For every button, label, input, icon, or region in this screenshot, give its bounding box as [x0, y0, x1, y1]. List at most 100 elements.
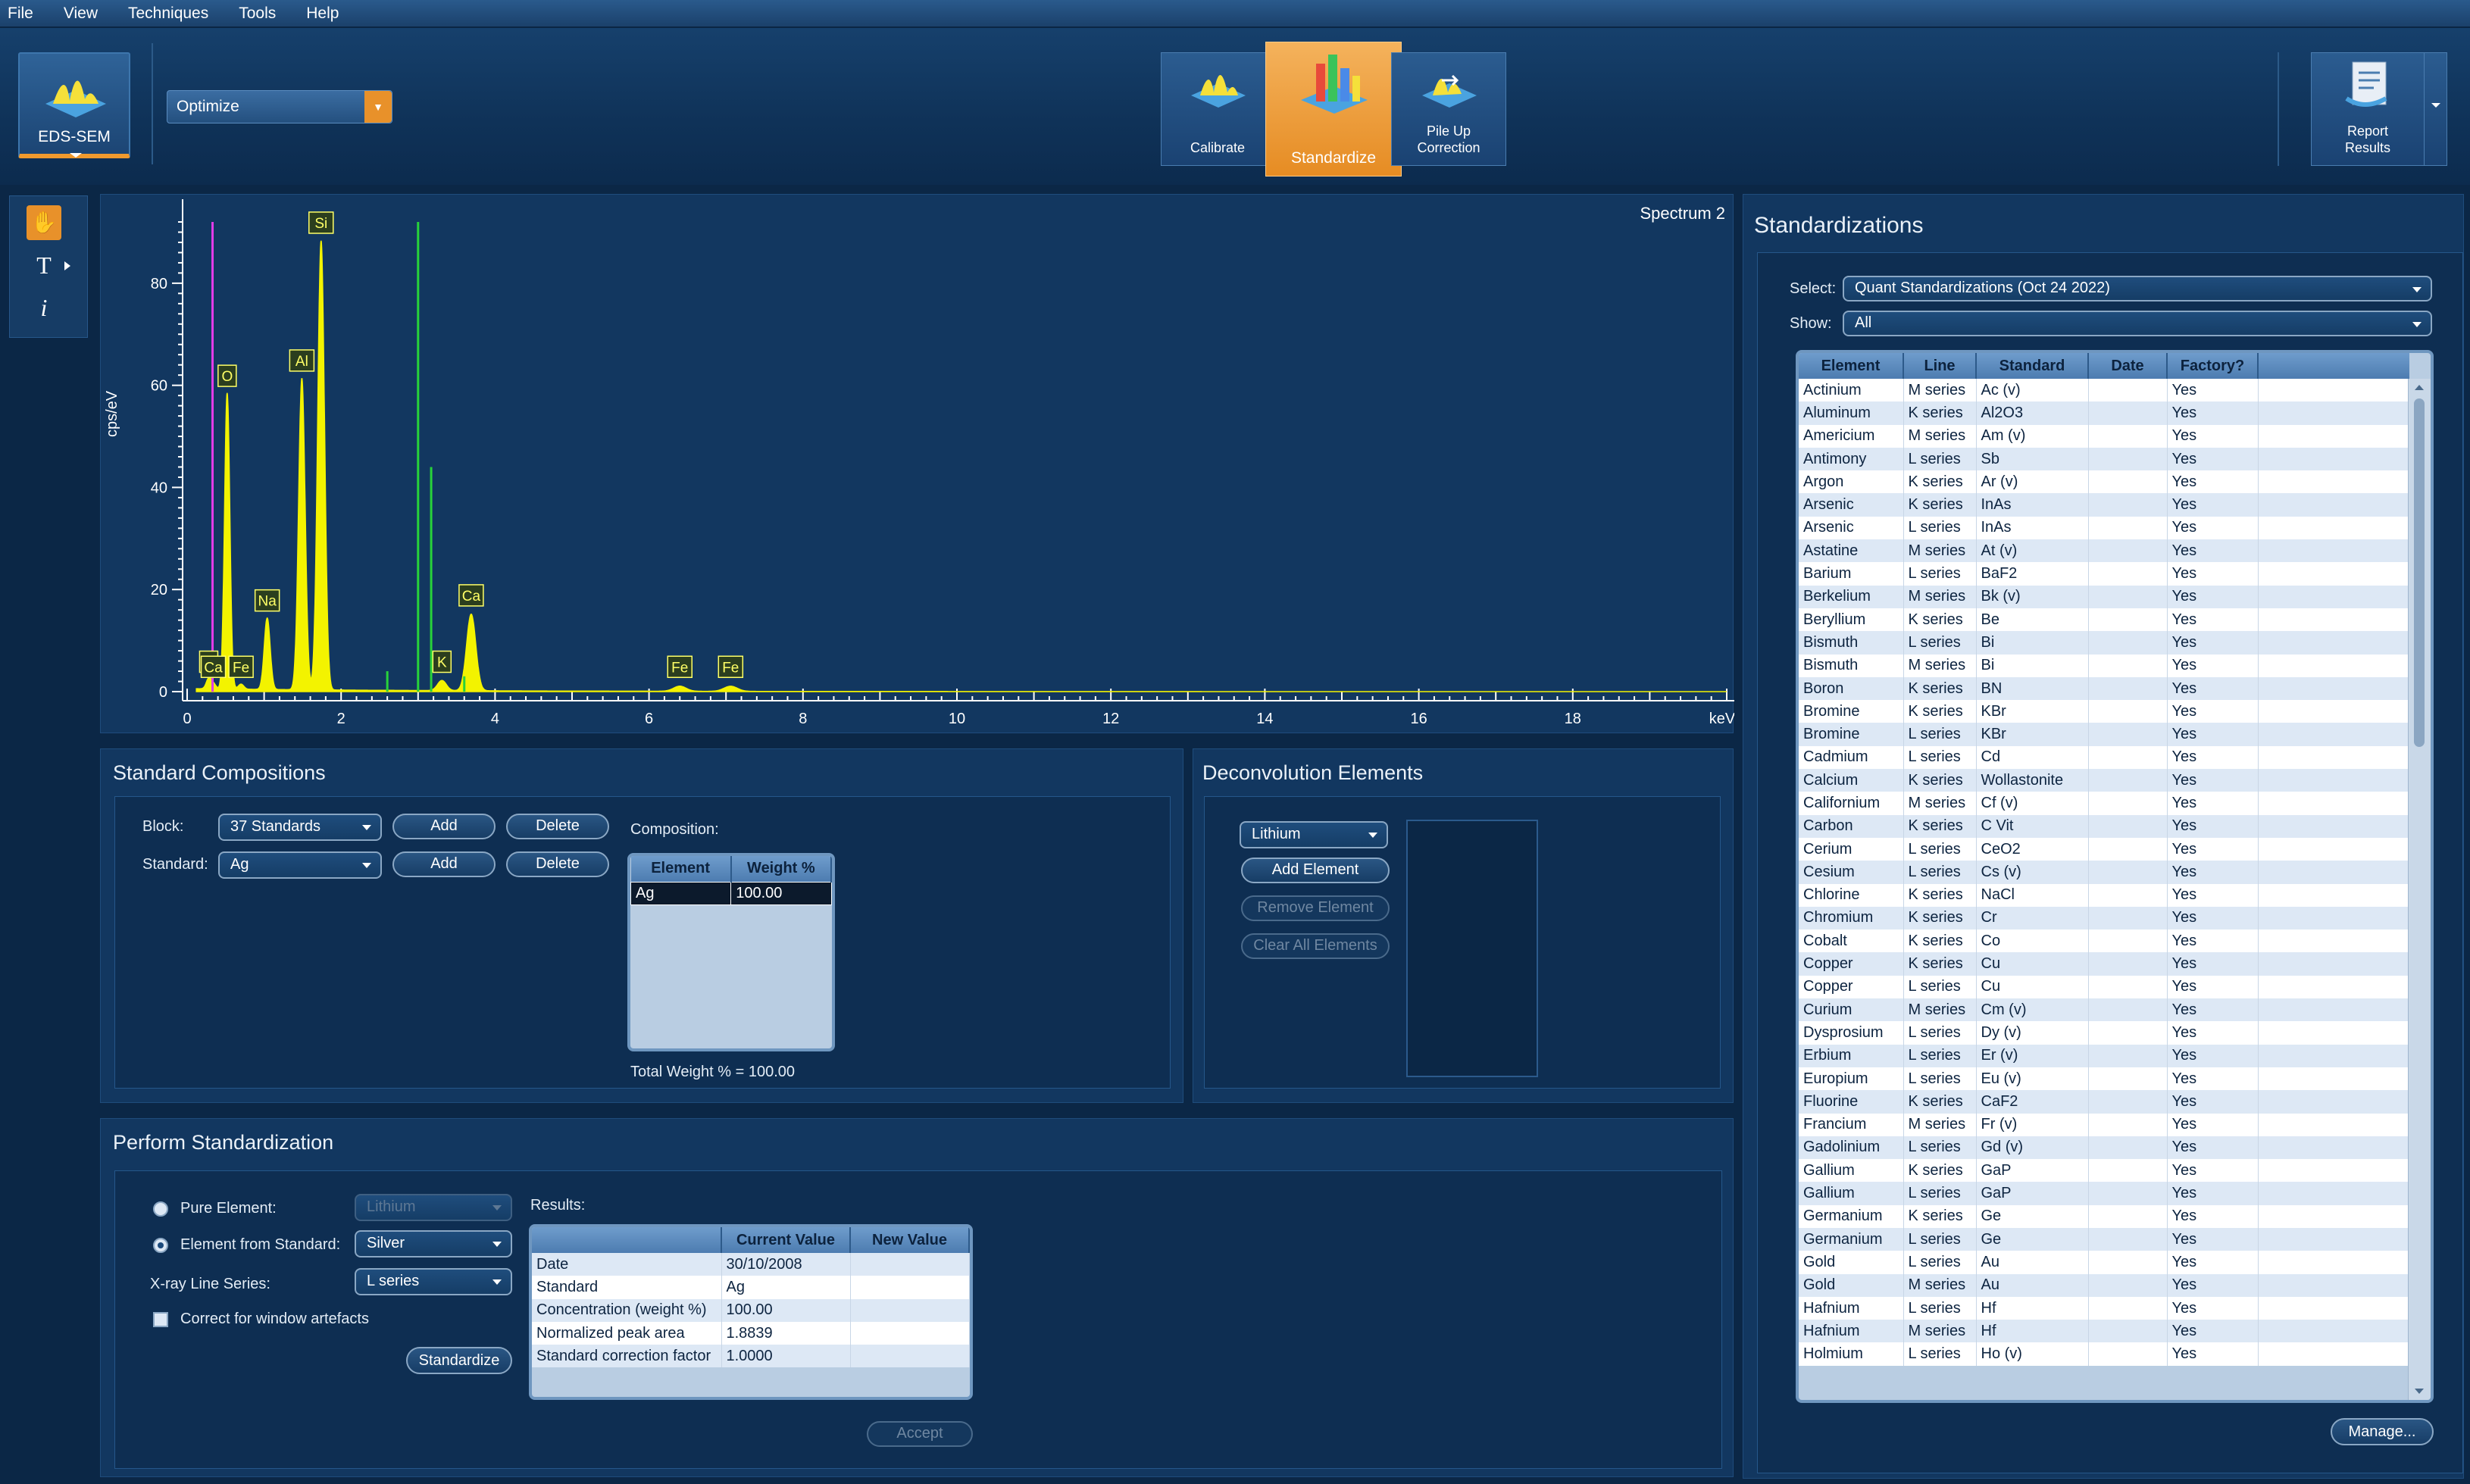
peak-label-na[interactable]: Na [258, 594, 277, 610]
table-row[interactable]: Gallium L series GaP Yes [1799, 1182, 2409, 1205]
table-row[interactable]: Gold L series Au Yes [1799, 1251, 2409, 1274]
standardization-select-dropdown[interactable]: Quant Standardizations (Oct 24 2022) [1843, 276, 2432, 301]
deconv-element-list[interactable] [1406, 820, 1538, 1077]
peak-label-si[interactable]: Si [314, 216, 327, 232]
accept-button[interactable]: Accept [867, 1421, 973, 1447]
peak-label-ca[interactable]: Ca [204, 660, 223, 676]
table-row[interactable]: Actinium M series Ac (v) Yes [1799, 379, 2409, 402]
table-row[interactable]: Cadmium L series Cd Yes [1799, 745, 2409, 770]
hand-tool-icon[interactable]: ✋ [27, 205, 61, 240]
peak-label-fe[interactable]: Fe [671, 660, 688, 676]
table-row[interactable]: Bromine L series KBr Yes [1799, 723, 2409, 746]
standardize-button[interactable]: Standardize [1265, 42, 1402, 177]
standard-dropdown[interactable]: Ag [218, 851, 382, 879]
scrollbar-thumb[interactable] [2414, 398, 2425, 747]
peak-label-o[interactable]: O [221, 369, 233, 385]
menu-techniques[interactable]: Techniques [128, 5, 208, 23]
std-header-date[interactable]: Date [2088, 353, 2168, 379]
table-row[interactable]: Standard correction factor 1.0000 [532, 1345, 970, 1368]
table-row[interactable]: Copper K series Cu Yes [1799, 952, 2409, 976]
table-row[interactable]: Bromine K series KBr Yes [1799, 700, 2409, 723]
table-row[interactable]: Boron K series BN Yes [1799, 676, 2409, 701]
table-row[interactable]: Chlorine K series NaCl Yes [1799, 883, 2409, 907]
table-row[interactable]: Americium M series Am (v) Yes [1799, 424, 2409, 448]
table-row[interactable]: Cerium L series CeO2 Yes [1799, 837, 2409, 861]
table-row[interactable]: Bismuth L series Bi Yes [1799, 631, 2409, 655]
add-element-button[interactable]: Add Element [1241, 858, 1390, 883]
scroll-up-icon[interactable] [2415, 385, 2424, 390]
table-row[interactable]: Francium M series Fr (v) Yes [1799, 1113, 2409, 1136]
table-row[interactable]: Bismuth M series Bi Yes [1799, 654, 2409, 677]
element-from-standard-dropdown[interactable]: Silver [355, 1230, 512, 1257]
eds-sem-app-button[interactable]: EDS-SEM [18, 52, 130, 158]
report-dropdown[interactable] [2424, 53, 2447, 165]
table-row[interactable]: Fluorine K series CaF2 Yes [1799, 1090, 2409, 1114]
table-row[interactable]: Californium M series Cf (v) Yes [1799, 792, 2409, 815]
pure-element-radio[interactable] [153, 1201, 168, 1217]
table-row[interactable]: Arsenic K series InAs Yes [1799, 493, 2409, 517]
table-row[interactable]: Hafnium M series Hf Yes [1799, 1320, 2409, 1343]
clear-all-elements-button[interactable]: Clear All Elements [1241, 933, 1390, 959]
menu-file[interactable]: File [8, 5, 33, 23]
std-header-line[interactable]: Line [1903, 353, 1977, 379]
peak-label-k[interactable]: K [437, 655, 447, 671]
element-from-standard-radio[interactable] [153, 1238, 168, 1253]
table-row[interactable]: Carbon K series C Vit Yes [1799, 814, 2409, 838]
table-row[interactable]: Hafnium L series Hf Yes [1799, 1296, 2409, 1320]
optimize-combo[interactable]: Optimize ▼ [167, 90, 392, 123]
peak-label-ca[interactable]: Ca [462, 589, 481, 605]
manage-button[interactable]: Manage... [2331, 1418, 2434, 1445]
table-row[interactable]: Ag 100.00 [630, 881, 832, 905]
table-row[interactable]: Argon K series Ar (v) Yes [1799, 470, 2409, 494]
block-dropdown[interactable]: 37 Standards [218, 814, 382, 841]
info-tool-icon[interactable]: i [27, 290, 61, 325]
calibrate-button[interactable]: Calibrate [1161, 52, 1274, 166]
table-row[interactable]: Beryllium K series Be Yes [1799, 608, 2409, 632]
remove-element-button[interactable]: Remove Element [1241, 895, 1390, 921]
table-row[interactable]: Arsenic L series InAs Yes [1799, 516, 2409, 540]
table-row[interactable]: Erbium L series Er (v) Yes [1799, 1044, 2409, 1067]
report-results-button[interactable]: Report Results [2311, 52, 2447, 166]
text-tool-icon[interactable]: T [27, 248, 61, 283]
standardize-action-button[interactable]: Standardize [406, 1347, 512, 1374]
menu-view[interactable]: View [64, 5, 98, 23]
table-row[interactable]: Cobalt K series Co Yes [1799, 929, 2409, 953]
table-row[interactable]: Chromium K series Cr Yes [1799, 906, 2409, 930]
table-row[interactable]: Cesium L series Cs (v) Yes [1799, 861, 2409, 884]
table-row[interactable]: Dysprosium L series Dy (v) Yes [1799, 1021, 2409, 1045]
std-header-factory[interactable]: Factory? [2167, 353, 2259, 379]
table-row[interactable]: Date 30/10/2008 [532, 1253, 970, 1276]
table-row[interactable]: Concentration (weight %) 100.00 [532, 1298, 970, 1322]
std-header-standard[interactable]: Standard [1976, 353, 2089, 379]
block-add-button[interactable]: Add [392, 814, 496, 839]
pure-element-dropdown[interactable]: Lithium [355, 1194, 512, 1221]
standard-add-button[interactable]: Add [392, 851, 496, 877]
pile-up-correction-button[interactable]: Pile Up Correction [1391, 52, 1506, 166]
table-row[interactable]: Gallium K series GaP Yes [1799, 1159, 2409, 1183]
peak-label-fe[interactable]: Fe [233, 660, 249, 676]
spectrum-series[interactable] [195, 240, 1727, 692]
comp-cell-element[interactable]: Ag [630, 881, 732, 905]
standard-delete-button[interactable]: Delete [506, 851, 609, 877]
spectrum-chart[interactable]: 020406080024681012141618keVCCaOFeNaAlSiK… [101, 195, 1734, 734]
table-row[interactable]: Antimony L series Sb Yes [1799, 447, 2409, 471]
vertical-scrollbar[interactable] [2408, 379, 2431, 1400]
show-filter-dropdown[interactable]: All [1843, 311, 2432, 336]
table-row[interactable]: Germanium K series Ge Yes [1799, 1204, 2409, 1228]
table-row[interactable]: Gold M series Au Yes [1799, 1273, 2409, 1297]
peak-label-al[interactable]: Al [295, 354, 308, 370]
block-delete-button[interactable]: Delete [506, 814, 609, 839]
table-row[interactable]: Normalized peak area 1.8839 [532, 1321, 970, 1345]
table-row[interactable]: Copper L series Cu Yes [1799, 975, 2409, 999]
table-row[interactable]: Curium M series Cm (v) Yes [1799, 998, 2409, 1022]
table-row[interactable]: Europium L series Eu (v) Yes [1799, 1067, 2409, 1091]
peak-label-fe[interactable]: Fe [722, 660, 739, 676]
table-row[interactable]: Standard Ag [532, 1276, 970, 1299]
spectrum-panel[interactable]: 020406080024681012141618keVCCaOFeNaAlSiK… [100, 194, 1734, 733]
menu-help[interactable]: Help [306, 5, 339, 23]
table-row[interactable]: Holmium L series Ho (v) Yes [1799, 1342, 2409, 1366]
table-row[interactable]: Aluminum K series Al2O3 Yes [1799, 401, 2409, 425]
table-row[interactable]: Germanium L series Ge Yes [1799, 1227, 2409, 1251]
menu-tools[interactable]: Tools [239, 5, 276, 23]
table-row[interactable]: Calcium K series Wollastonite Yes [1799, 769, 2409, 792]
